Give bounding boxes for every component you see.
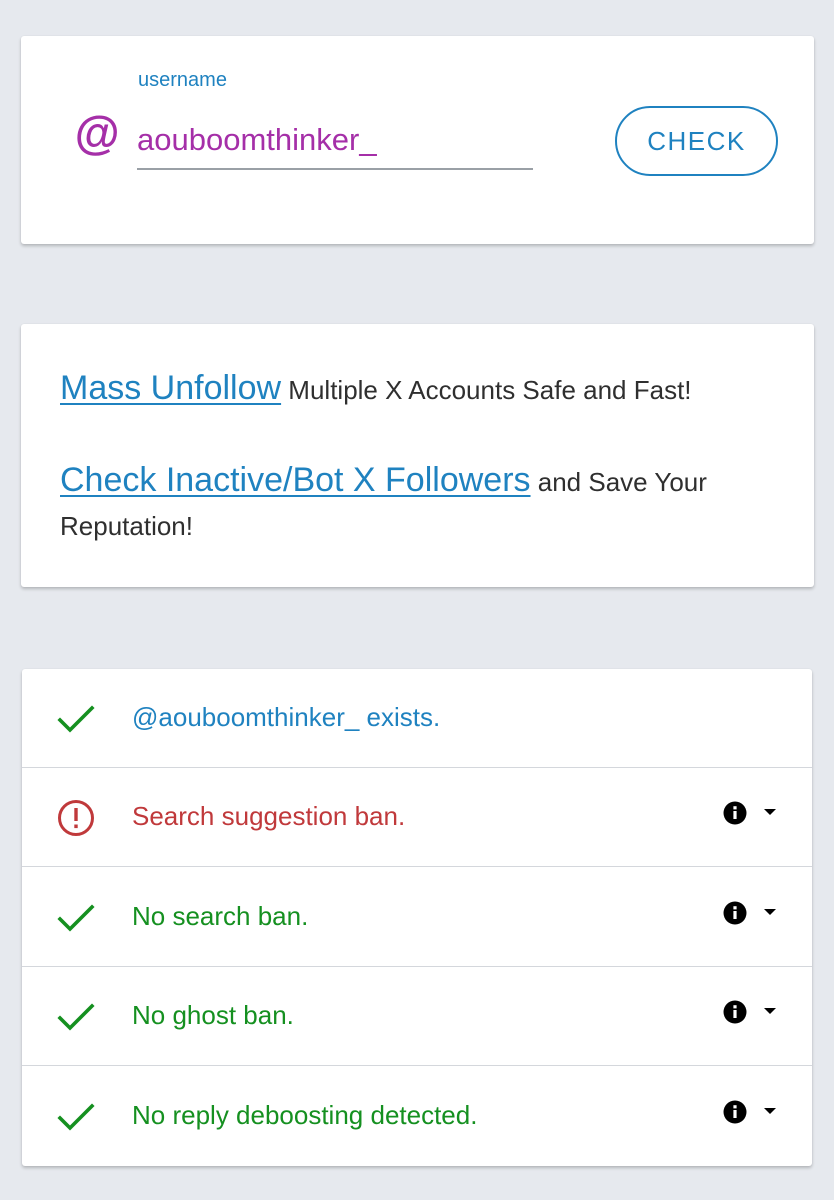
info-dropdown-button[interactable] [722,999,782,1025]
check-inactive-followers-link[interactable]: Check Inactive/Bot X Followers [60,461,531,499]
result-row: Search suggestion ban. [22,768,812,868]
checkmark-icon [56,1097,96,1137]
username-label: username [138,69,227,91]
at-sign-icon: @ [74,107,119,159]
result-row: No reply deboosting detected. [22,1067,812,1166]
result-text: No search ban. [132,900,309,931]
mass-unfollow-link[interactable]: Mass Unfollow [60,369,281,407]
username-input[interactable] [137,112,533,170]
checkmark-icon [56,997,96,1037]
check-button[interactable]: CHECK [615,106,778,176]
promo-line-1-text: Multiple X Accounts Safe and Fast! [281,375,692,405]
info-dropdown-button[interactable] [722,900,782,926]
info-dropdown-button[interactable] [722,1099,782,1125]
result-text: Search suggestion ban. [132,801,406,832]
result-row: @aouboomthinker_ exists. [22,669,812,768]
checkmark-icon [56,699,96,739]
checkmark-icon [56,898,96,938]
result-text: No ghost ban. [132,1000,294,1031]
result-row: No search ban. [22,868,812,967]
promo-line-mass-unfollow: Mass Unfollow Multiple X Accounts Safe a… [60,366,780,412]
result-row: No ghost ban. [22,967,812,1067]
result-text: @aouboomthinker_ exists. [132,702,441,732]
alert-circle-icon [56,798,96,838]
result-text: No reply deboosting detected. [132,1099,478,1130]
info-dropdown-button[interactable] [722,800,782,826]
promo-line-inactive-followers: Check Inactive/Bot X Followers and Save … [60,458,780,548]
